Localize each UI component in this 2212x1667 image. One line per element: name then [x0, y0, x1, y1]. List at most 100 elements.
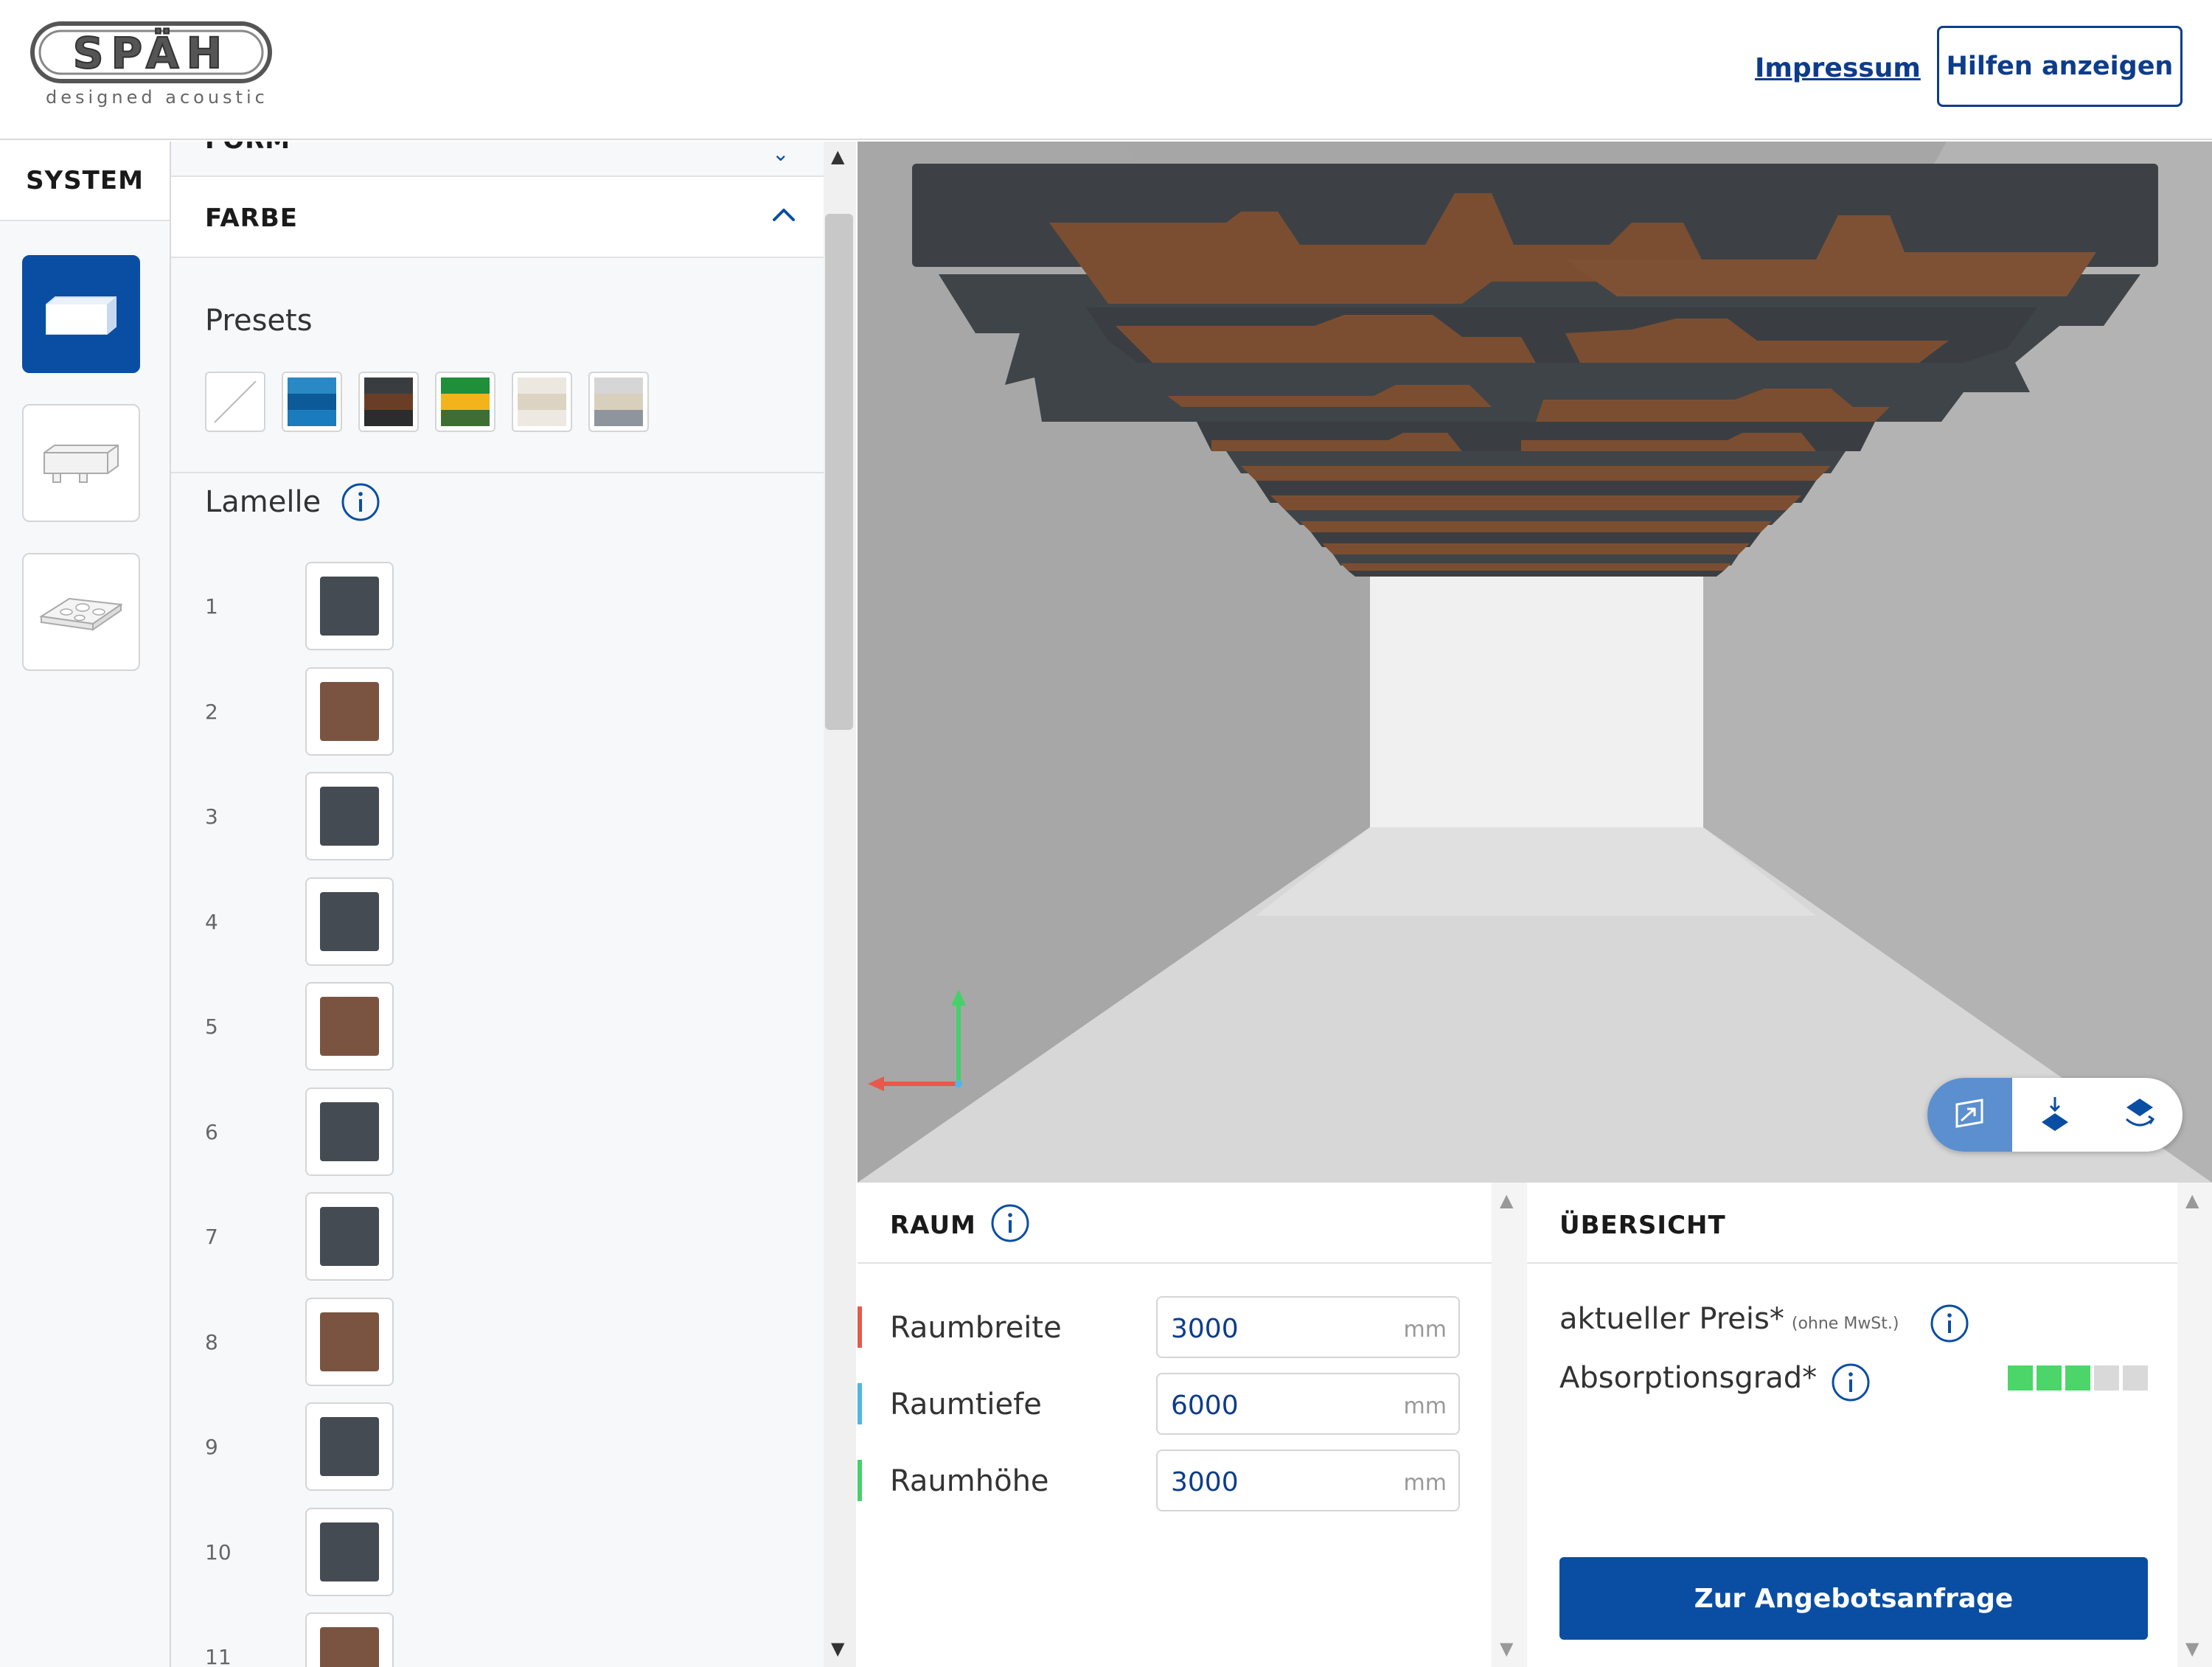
lamelle-row: 10	[171, 1507, 824, 1596]
ceiling-panel-icon	[39, 597, 123, 631]
uebersicht-header: ÜBERSICHT	[1527, 1183, 2177, 1264]
lamelle-color-swatch[interactable]	[305, 1402, 394, 1491]
info-icon[interactable]	[1928, 1302, 1971, 1345]
raum-title: RAUM	[890, 1211, 976, 1240]
absorption-label: Absorptionsgrad*	[1559, 1361, 1818, 1395]
view-top-button[interactable]	[2012, 1078, 2097, 1152]
absorption-level-block	[2008, 1365, 2033, 1391]
scroll-up-icon[interactable]: ▲	[831, 146, 844, 167]
scroll-up-icon[interactable]: ▲	[1500, 1190, 1513, 1211]
preset-grey[interactable]	[588, 372, 649, 432]
config-panel: FORM ⌄ FARBE Presets Lamelle 1 2 3 4 5 6 7 8 9 10…	[171, 142, 824, 1667]
lamelle-color-swatch[interactable]	[305, 877, 394, 966]
lamelle-color-swatch[interactable]	[305, 1297, 394, 1386]
preset-blue[interactable]	[282, 372, 342, 432]
chevron-down-icon[interactable]: ⌄	[772, 142, 789, 166]
show-help-button[interactable]: Hilfen anzeigen	[1937, 26, 2183, 107]
dimension-value[interactable]: 3000	[1171, 1467, 1239, 1497]
dimension-unit: mm	[1403, 1317, 1447, 1343]
preset-none[interactable]	[205, 372, 265, 432]
absorption-meter	[2008, 1365, 2148, 1391]
absorption-level-block	[2037, 1365, 2062, 1391]
3d-viewport[interactable]	[858, 142, 2212, 1183]
rail-title: SYSTEM	[0, 142, 170, 221]
raum-scrollbar[interactable]	[1492, 1183, 1527, 1667]
preset-green-yellow[interactable]	[435, 372, 495, 432]
system-rail: SYSTEM	[0, 142, 171, 1667]
scroll-down-icon[interactable]: ▼	[831, 1638, 844, 1659]
config-scrollbar-thumb[interactable]	[825, 214, 853, 730]
dimension-input[interactable]: 3000 mm	[1156, 1450, 1460, 1511]
lamelle-number: 5	[205, 1015, 218, 1039]
lamelle-row: 5	[171, 982, 824, 1071]
info-icon[interactable]	[339, 481, 382, 523]
scroll-down-icon[interactable]: ▼	[2185, 1638, 2199, 1659]
no-color-icon	[214, 380, 257, 423]
room-render	[858, 142, 2212, 1183]
absorption-level-block	[2094, 1365, 2119, 1391]
scroll-down-icon[interactable]: ▼	[1500, 1638, 1513, 1659]
price-line: aktueller Preis* (ohne MwSt.)	[1559, 1302, 1899, 1336]
lamelle-row: 7	[171, 1192, 824, 1281]
uebersicht-scrollbar[interactable]	[2177, 1183, 2212, 1667]
offer-request-button[interactable]: Zur Angebotsanfrage	[1559, 1557, 2148, 1640]
scroll-up-icon[interactable]: ▲	[2185, 1190, 2199, 1211]
system-lamella-button[interactable]	[22, 255, 140, 373]
lamelle-number: 2	[205, 699, 218, 724]
axis-color-bar	[858, 1460, 862, 1501]
lamelle-label: Lamelle	[205, 485, 321, 519]
lamelle-row: 4	[171, 877, 824, 966]
lamelle-color-swatch[interactable]	[305, 1087, 394, 1176]
dimension-value[interactable]: 3000	[1171, 1314, 1239, 1344]
perspective-view-icon	[1955, 1099, 1983, 1128]
dimension-unit: mm	[1403, 1393, 1447, 1419]
lamelle-row: 9	[171, 1402, 824, 1491]
baffle-element-icon	[44, 445, 119, 483]
uebersicht-title: ÜBERSICHT	[1559, 1211, 1726, 1240]
info-icon[interactable]	[989, 1202, 1032, 1245]
lamelle-row: 11	[171, 1612, 824, 1667]
dimension-input[interactable]: 6000 mm	[1156, 1373, 1460, 1435]
lamelle-color-swatch[interactable]	[305, 982, 394, 1071]
app-header: SPÄH designed acoustic Impressum Hilfen …	[0, 0, 2212, 140]
axis-color-bar	[858, 1383, 862, 1424]
lamelle-number: 1	[205, 594, 218, 619]
lamelle-color-swatch[interactable]	[305, 1507, 394, 1596]
lamelle-row: 2	[171, 667, 824, 756]
system-ceiling-button[interactable]	[22, 553, 140, 671]
system-baffle-button[interactable]	[22, 404, 140, 522]
lamelle-number: 3	[205, 804, 218, 829]
lamelle-color-swatch[interactable]	[305, 1612, 394, 1667]
lamelle-color-swatch[interactable]	[305, 1192, 394, 1281]
info-icon[interactable]	[1829, 1361, 1872, 1404]
lamelle-color-swatch[interactable]	[305, 667, 394, 756]
preset-dark-brown[interactable]	[358, 372, 419, 432]
lamelle-row: 1	[171, 562, 824, 650]
spaeh-logo[interactable]: SPÄH designed acoustic	[29, 19, 273, 112]
lamelle-color-swatch[interactable]	[305, 772, 394, 860]
lamella-block-icon	[46, 296, 116, 335]
raum-header: RAUM	[858, 1183, 1492, 1264]
svg-text:SPÄH: SPÄH	[73, 27, 229, 78]
impressum-link[interactable]: Impressum	[1755, 53, 1921, 83]
absorption-level-block	[2123, 1365, 2148, 1391]
chevron-up-icon[interactable]	[765, 196, 802, 233]
dimension-input[interactable]: 3000 mm	[1156, 1296, 1460, 1358]
lamelle-number: 10	[205, 1539, 232, 1565]
dimension-row-raumhöhe: Raumhöhe 3000 mm	[858, 1450, 1492, 1511]
view-perspective-button[interactable]	[1927, 1078, 2012, 1152]
preset-cream[interactable]	[512, 372, 572, 432]
price-label: aktueller Preis*	[1559, 1302, 1784, 1336]
top-view-icon	[2041, 1097, 2068, 1131]
lamelle-number: 4	[205, 909, 218, 934]
farbe-section-header[interactable]: FARBE	[171, 175, 824, 258]
lamelle-color-swatch[interactable]	[305, 562, 394, 650]
lamelle-row: 3	[171, 772, 824, 860]
form-section-header[interactable]: FORM	[205, 142, 291, 155]
dimension-unit: mm	[1403, 1470, 1447, 1496]
logo-tagline: designed acoustic	[46, 87, 268, 108]
lamelle-number: 6	[205, 1119, 218, 1144]
divider	[171, 472, 824, 473]
dimension-value[interactable]: 6000	[1171, 1391, 1239, 1421]
view-rotate-button[interactable]	[2097, 1078, 2182, 1152]
